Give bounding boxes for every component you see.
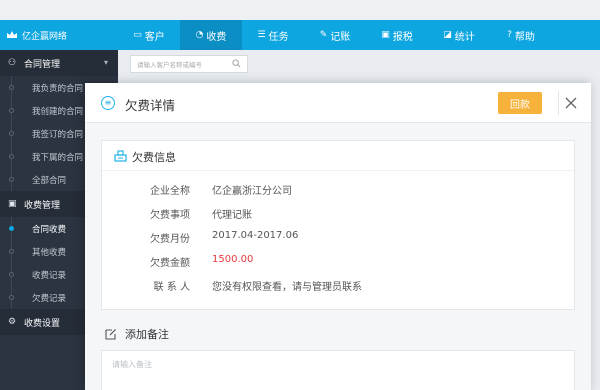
search-input[interactable]: 请输入客户名称或编号 [130, 55, 248, 73]
logo[interactable]: 亿企赢网络 [0, 20, 118, 50]
nav-item-5[interactable]: ◪ 统计 [428, 20, 490, 50]
note-title: 添加备注 [125, 328, 169, 341]
field-label: 企业全称 [150, 186, 190, 197]
modal-header: ≡ 欠费详情 回款 [85, 83, 591, 123]
field-value: 代理记账 [212, 210, 252, 221]
bullet-icon [9, 272, 14, 277]
field-value: 您没有权限查看，请与管理员联系 [212, 282, 362, 293]
person-icon: ⚇ [8, 58, 17, 68]
info-row: 欠费月份 2017.04-2017.06 [102, 225, 574, 249]
top-header: 亿企赢网络 ▭ 客户 ◔ 收费 ☰ 任务 ✎ 记账 ▣ 报税 ◪ 统计? 帮助 [0, 20, 600, 50]
field-label: 欠费事项 [150, 210, 190, 221]
info-fields: 企业全称 亿企赢浙江分公司 欠费事项 代理记账 欠费月份 2017.04-2017.06 欠… [102, 177, 574, 297]
cash-icon: ▣ [8, 199, 17, 209]
list-icon: ☰ [257, 30, 266, 40]
nav-label: 客户 [144, 31, 165, 43]
bullet-icon [9, 108, 14, 113]
nav-label: 记账 [330, 31, 351, 43]
main-nav: ▭ 客户 ◔ 收费 ☰ 任务 ✎ 记账 ▣ 报税 ◪ 统计? 帮助 [118, 20, 552, 50]
arrears-info-card: 欠费信息 企业全称 亿企赢浙江分公司欠费事项 代理记账欠费月份 2017.04-201… [101, 140, 575, 310]
sidebar-group-label: 收费设置 [24, 318, 61, 329]
search-icon[interactable] [232, 59, 241, 68]
info-row: 企业全称 亿企赢浙江分公司 [102, 177, 574, 201]
note-header: 添加备注 [105, 324, 169, 344]
nav-label: 任务 [268, 31, 289, 43]
bullet-icon [9, 226, 14, 231]
card-title: 欠费信息 [132, 151, 176, 164]
window-top-strip [0, 0, 600, 20]
sidebar-item-label: 欠费记录 [32, 293, 67, 304]
note-placeholder: 请输入备注 [112, 360, 152, 369]
chart-icon: ◪ [443, 30, 452, 40]
sidebar-item-label: 我下属的合同 [32, 152, 84, 163]
field-label: 欠费月份 [150, 234, 190, 245]
field-value: 1500.00 [212, 254, 254, 265]
info-row: 欠费事项 代理记账 [102, 201, 574, 225]
app-name: 亿企赢网络 [22, 31, 68, 42]
bullet-icon [9, 295, 14, 300]
bullet-icon [9, 249, 14, 254]
search-placeholder: 请输入客户名称或编号 [137, 61, 202, 69]
settings-icon: ⚙ [8, 317, 17, 327]
nav-item-4[interactable]: ▣ 报税 [366, 20, 428, 50]
sidebar-group-0[interactable]: ⚇ 合同管理 ▾ [0, 50, 118, 76]
edit-note-icon [105, 329, 116, 340]
nav-item-1[interactable]: ◔ 收费 [180, 20, 242, 50]
nav-item-0[interactable]: ▭ 客户 [118, 20, 180, 50]
sidebar-group-label: 合同管理 [24, 59, 61, 70]
close-button[interactable] [558, 91, 582, 115]
info-row: 欠费金额 1500.00 [102, 249, 574, 273]
nav-item-3[interactable]: ✎ 记账 [304, 20, 366, 50]
sidebar-group-label: 收费管理 [24, 200, 61, 211]
arrears-detail-modal: ≡ 欠费详情 回款 欠费信息 企业全称 亿企赢浙江分公司欠费事项 代理记账欠费月份 2… [85, 83, 591, 390]
document-icon: ▣ [381, 30, 390, 40]
field-value: 亿企赢浙江分公司 [212, 186, 292, 197]
nav-item-2[interactable]: ☰ 任务 [242, 20, 304, 50]
modal-title: 欠费详情 [125, 98, 176, 113]
nav-item-6[interactable]: ? 帮助 [490, 20, 552, 50]
field-label: 欠费金额 [150, 258, 190, 269]
nav-label: 帮助 [514, 31, 535, 43]
field-label: 联 系 人 [153, 282, 190, 293]
building-icon [114, 150, 127, 162]
note-textarea[interactable]: 请输入备注 [101, 350, 575, 390]
chevron-down-icon: ▾ [103, 58, 108, 67]
sidebar-item-label: 合同收费 [32, 224, 67, 235]
card-header: 欠费信息 [102, 141, 574, 171]
bullet-icon [9, 85, 14, 90]
sidebar-item-label: 其他收费 [32, 247, 67, 258]
info-row: 联 系 人 您没有权限查看，请与管理员联系 [102, 273, 574, 297]
close-icon [565, 97, 576, 109]
bullet-icon [9, 154, 14, 159]
nav-label: 收费 [206, 31, 227, 43]
sidebar-item-label: 我负责的合同 [32, 83, 84, 94]
refund-button[interactable]: 回款 [498, 92, 542, 114]
nav-label: 统计 [454, 31, 475, 43]
crown-logo-icon [7, 31, 17, 38]
sidebar-item-label: 收费记录 [32, 270, 67, 281]
nav-label: 报税 [392, 31, 413, 43]
field-value: 2017.04-2017.06 [212, 230, 299, 241]
monitor-icon: ▭ [133, 30, 142, 40]
help-icon: ? [507, 30, 512, 40]
bullet-icon [9, 131, 14, 136]
money-icon: ≡ [101, 96, 115, 110]
bullet-icon [9, 177, 14, 182]
sidebar-item-label: 全部合同 [32, 175, 67, 186]
sidebar-item-label: 我签订的合同 [32, 129, 84, 140]
sidebar-item-label: 我创建的合同 [32, 106, 84, 117]
edit-icon: ✎ [319, 30, 328, 40]
user-icon: ◔ [195, 30, 204, 40]
